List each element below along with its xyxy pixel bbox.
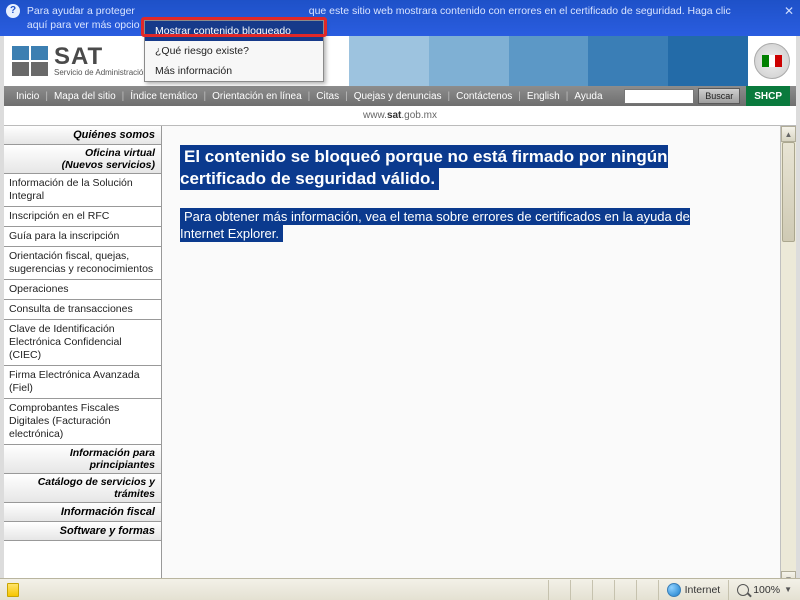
url-display: www.sat.gob.mx <box>4 106 796 126</box>
info-text-2: aquí para ver más opcio <box>27 19 140 31</box>
sidebar-head-software[interactable]: Software y formas <box>4 522 161 541</box>
sidebar-item[interactable]: Operaciones <box>4 280 161 300</box>
infobar-context-menu: Mostrar contenido bloqueado ¿Qué riesgo … <box>144 20 324 82</box>
sidebar-item[interactable]: Información de la Solución Integral <box>4 174 161 207</box>
security-zone[interactable]: Internet <box>658 580 729 600</box>
info-text-1a: Para ayudar a proteger <box>27 5 135 17</box>
blocked-content-title: El contenido se bloqueó porque no está f… <box>180 145 668 190</box>
sidebar-item[interactable]: Inscripción en el RFC <box>4 207 161 227</box>
scroll-up-icon[interactable]: ▲ <box>781 126 796 142</box>
sidebar-head-catalogo[interactable]: Catálogo de servicios y trámites <box>4 474 161 503</box>
header-stripes <box>349 36 748 86</box>
content-pane: El contenido se bloqueó porque no está f… <box>162 126 796 587</box>
sidebar-item[interactable]: Clave de Identificación Electrónica Conf… <box>4 320 161 366</box>
main-area: Quiénes somos Oficina virtual(Nuevos ser… <box>4 126 796 587</box>
security-info-bar[interactable]: ? Para ayudar a proteger xxxxxxxxxxxxxxx… <box>0 0 800 36</box>
sidebar-item[interactable]: Consulta de transacciones <box>4 300 161 320</box>
zone-label: Internet <box>685 584 721 596</box>
zoom-value: 100% <box>753 584 780 596</box>
sidebar-item[interactable]: Firma Electrónica Avanzada (Fiel) <box>4 366 161 399</box>
sidebar-item[interactable]: Comprobantes Fiscales Digitales (Factura… <box>4 399 161 445</box>
nav-english[interactable]: English <box>521 91 566 102</box>
chevron-down-icon[interactable]: ▼ <box>784 585 792 594</box>
close-icon[interactable]: ✕ <box>784 4 794 18</box>
sidebar-head-infofiscal[interactable]: Información fiscal <box>4 503 161 522</box>
main-navbar: Inicio| Mapa del sitio| Índice temático|… <box>4 86 796 106</box>
globe-icon <box>667 583 681 597</box>
info-icon: ? <box>6 4 20 18</box>
blocked-content-body: Para obtener más información, vea el tem… <box>180 208 690 242</box>
search-button[interactable]: Buscar <box>698 88 740 104</box>
ctx-what-risk[interactable]: ¿Qué riesgo existe? <box>145 41 323 61</box>
nav-contactenos[interactable]: Contáctenos <box>450 91 518 102</box>
zoom-control[interactable]: 100% ▼ <box>728 580 800 600</box>
left-sidebar: Quiénes somos Oficina virtual(Nuevos ser… <box>4 126 162 587</box>
nav-ayuda[interactable]: Ayuda <box>568 91 608 102</box>
sidebar-item[interactable]: Guía para la inscripción <box>4 227 161 247</box>
ie-status-bar: Internet 100% ▼ <box>0 578 800 600</box>
nav-quejas[interactable]: Quejas y denuncias <box>348 91 448 102</box>
info-text-1b: que este sitio web mostrara contenido co… <box>309 5 731 17</box>
sidebar-item[interactable]: Orientación fiscal, quejas, sugerencias … <box>4 247 161 280</box>
ctx-more-info[interactable]: Más información <box>145 61 323 81</box>
site-header: SAT Servicio de Administración Tributari… <box>4 36 796 86</box>
search-input[interactable] <box>624 89 694 104</box>
nav-citas[interactable]: Citas <box>310 91 345 102</box>
zoom-icon <box>737 584 749 596</box>
shcp-tab[interactable]: SHCP <box>746 86 790 106</box>
sidebar-sub-oficina[interactable]: Oficina virtual(Nuevos servicios) <box>4 145 161 174</box>
nav-inicio[interactable]: Inicio <box>10 91 45 102</box>
nav-orientacion[interactable]: Orientación en línea <box>206 91 308 102</box>
sidebar-head-principiantes[interactable]: Información para principiantes <box>4 445 161 474</box>
scroll-thumb[interactable] <box>782 142 795 242</box>
vertical-scrollbar[interactable]: ▲ ▼ <box>780 126 796 587</box>
flag-icon <box>4 582 22 598</box>
sidebar-head-quienes[interactable]: Quiénes somos <box>4 126 161 145</box>
nav-mapa[interactable]: Mapa del sitio <box>48 91 122 102</box>
ctx-show-blocked[interactable]: Mostrar contenido bloqueado <box>145 21 323 41</box>
nav-indice[interactable]: Índice temático <box>124 91 203 102</box>
national-emblem <box>748 36 796 86</box>
